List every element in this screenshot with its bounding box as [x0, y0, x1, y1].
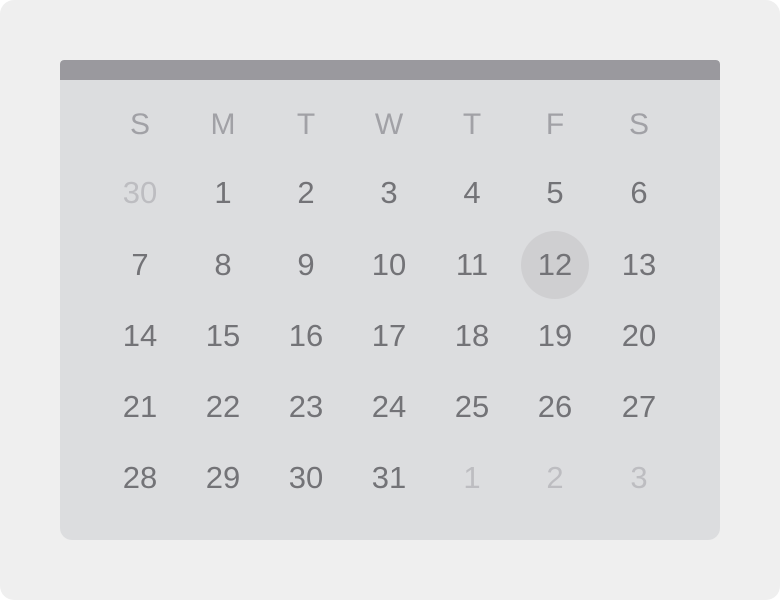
day-cell[interactable]: 22	[188, 372, 258, 442]
weekday-label: T	[296, 108, 316, 141]
day-cell[interactable]: 3	[354, 158, 424, 228]
day-cell[interactable]: 2	[520, 443, 590, 513]
day-cell[interactable]: 15	[188, 301, 258, 371]
day-number: 20	[621, 318, 657, 353]
day-number: 9	[297, 247, 315, 282]
day-cell[interactable]: 14	[105, 301, 175, 371]
day-cell[interactable]: 3	[604, 443, 674, 513]
day-cell[interactable]: 31	[354, 443, 424, 513]
day-cell[interactable]: 26	[520, 372, 590, 442]
day-number: 7	[131, 247, 149, 282]
day-number: 31	[371, 460, 407, 495]
day-number: 15	[205, 318, 241, 353]
day-number: 18	[454, 318, 490, 353]
day-cell[interactable]: 1	[188, 158, 258, 228]
day-number: 27	[621, 389, 657, 424]
day-number: 13	[621, 247, 657, 282]
day-cell[interactable]: 7	[105, 230, 175, 300]
day-cell[interactable]: 18	[437, 301, 507, 371]
day-number: 21	[122, 389, 158, 424]
calendar-widget: S M T W T F S 30 1 2 3 4 5 6 7 8 9 10 11 12 13 14 15 16 1…	[60, 60, 720, 540]
day-cell[interactable]: 11	[437, 230, 507, 300]
day-number: 2	[546, 460, 564, 495]
day-number: 10	[371, 247, 407, 282]
day-number: 30	[122, 175, 158, 210]
day-cell[interactable]: 4	[437, 158, 507, 228]
day-number: 28	[122, 460, 158, 495]
day-number: 2	[297, 175, 315, 210]
day-cell[interactable]: 13	[604, 230, 674, 300]
day-number: 8	[214, 247, 232, 282]
day-cell[interactable]: 30	[271, 443, 341, 513]
day-number: 11	[455, 247, 489, 282]
day-number: 1	[463, 460, 481, 495]
day-cell[interactable]: 10	[354, 230, 424, 300]
day-number: 6	[630, 175, 648, 210]
day-cell[interactable]: 19	[520, 301, 590, 371]
weekday-label: S	[129, 108, 150, 141]
day-number: 14	[122, 318, 158, 353]
day-number: 3	[630, 460, 648, 495]
day-cell[interactable]: 27	[604, 372, 674, 442]
weekday-label: S	[628, 108, 649, 141]
day-number: 16	[288, 318, 324, 353]
day-cell[interactable]: 2	[271, 158, 341, 228]
weekday-label: F	[545, 108, 565, 141]
day-cell[interactable]: 1	[437, 443, 507, 513]
day-number: 5	[546, 175, 564, 210]
day-number: 22	[205, 389, 241, 424]
weekday-label: M	[210, 108, 236, 141]
weekday-label: W	[374, 108, 404, 141]
day-cell[interactable]: 23	[271, 372, 341, 442]
day-number: 30	[288, 460, 324, 495]
day-cell[interactable]: 24	[354, 372, 424, 442]
day-cell[interactable]: 25	[437, 372, 507, 442]
day-cell[interactable]: 28	[105, 443, 175, 513]
day-cell[interactable]: 6	[604, 158, 674, 228]
day-grid: 30 1 2 3 4 5 6 7 8 9 10 11 12 13 14 15 16 17 18 19 20 21 22 23 2…	[60, 158, 720, 518]
day-number: 24	[371, 389, 407, 424]
day-number: 17	[371, 318, 407, 353]
day-number: 4	[463, 175, 481, 210]
day-number: 23	[288, 389, 324, 424]
day-cell[interactable]: 16	[271, 301, 341, 371]
day-cell[interactable]: 21	[105, 372, 175, 442]
day-number: 1	[214, 175, 232, 210]
day-cell[interactable]: 30	[105, 158, 175, 228]
day-cell[interactable]: 29	[188, 443, 258, 513]
calendar-header-bar	[60, 60, 720, 80]
weekday-label: T	[462, 108, 482, 141]
app-frame: S M T W T F S 30 1 2 3 4 5 6 7 8 9 10 11 12 13 14 15 16 1…	[0, 0, 780, 600]
day-number: 26	[537, 389, 573, 424]
day-cell-selected[interactable]: 12	[520, 230, 590, 300]
day-cell[interactable]: 8	[188, 230, 258, 300]
day-cell[interactable]: 9	[271, 230, 341, 300]
day-number: 3	[380, 175, 398, 210]
day-cell[interactable]: 17	[354, 301, 424, 371]
day-number: 25	[454, 389, 490, 424]
day-number: 12	[537, 247, 573, 282]
day-number: 29	[205, 460, 241, 495]
day-cell[interactable]: 20	[604, 301, 674, 371]
day-number: 19	[537, 318, 573, 353]
weekday-header-row: S M T W T F S	[60, 105, 720, 145]
day-cell[interactable]: 5	[520, 158, 590, 228]
